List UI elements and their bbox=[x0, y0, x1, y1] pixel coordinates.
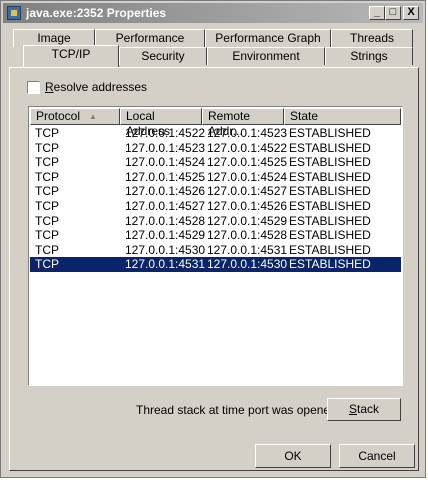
table-row[interactable]: TCP 127.0.0.1:4527 127.0.0.1:4526 ESTABLISH… bbox=[30, 199, 401, 214]
maximize-button[interactable]: □ bbox=[385, 6, 401, 20]
cell-protocol: TCP bbox=[35, 169, 59, 184]
cell-remote-address: 127.0.0.1:4529 bbox=[207, 213, 288, 228]
title-bar[interactable]: java.exe:2352 Properties _ □ X bbox=[3, 3, 423, 23]
table-row[interactable]: TCP 127.0.0.1:4528 127.0.0.1:4529 ESTABLISH… bbox=[30, 214, 401, 229]
cell-remote-address: 127.0.0.1:4530 bbox=[207, 257, 288, 272]
table-row[interactable]: TCP 127.0.0.1:4526 127.0.0.1:4527 ESTABLISH… bbox=[30, 184, 401, 199]
cell-remote-address: 127.0.0.1:4526 bbox=[207, 198, 288, 213]
table-row[interactable]: TCP 127.0.0.1:4531 127.0.0.1:4530 ESTABLISH… bbox=[30, 257, 401, 272]
table-row[interactable]: TCP 127.0.0.1:4522 127.0.0.1:4523 ESTABLISH… bbox=[30, 126, 401, 141]
cell-remote-address: 127.0.0.1:4524 bbox=[207, 169, 288, 184]
cell-state: ESTABLISHED bbox=[289, 213, 371, 228]
cell-protocol: TCP bbox=[35, 228, 59, 243]
cell-local-address: 127.0.0.1:4524 bbox=[125, 155, 206, 170]
cell-local-address: 127.0.0.1:4526 bbox=[125, 184, 206, 199]
window-title: java.exe:2352 Properties bbox=[26, 6, 167, 20]
cell-protocol: TCP bbox=[35, 184, 59, 199]
table-row[interactable]: TCP 127.0.0.1:4523 127.0.0.1:4522 ESTABLISH… bbox=[30, 141, 401, 156]
resolve-addresses-text: esolve addresses bbox=[53, 80, 148, 94]
cell-local-address: 127.0.0.1:4529 bbox=[125, 228, 206, 243]
column-header-label: Protocol bbox=[36, 109, 81, 123]
cell-protocol: TCP bbox=[35, 126, 59, 140]
cell-state: ESTABLISHED bbox=[289, 257, 371, 272]
tab-performance-graph[interactable]: Performance Graph bbox=[205, 29, 331, 47]
stack-label: tack bbox=[357, 402, 380, 416]
cell-remote-address: 127.0.0.1:4528 bbox=[207, 228, 288, 243]
minimize-button[interactable]: _ bbox=[369, 6, 385, 20]
cell-state: ESTABLISHED bbox=[289, 184, 371, 199]
cell-protocol: TCP bbox=[35, 155, 59, 170]
table-row[interactable]: TCP 127.0.0.1:4525 127.0.0.1:4524 ESTABLISH… bbox=[30, 170, 401, 185]
cell-remote-address: 127.0.0.1:4525 bbox=[207, 155, 288, 170]
column-header-remote-address[interactable]: Remote Addr... bbox=[202, 108, 284, 138]
cell-protocol: TCP bbox=[35, 257, 59, 272]
cell-protocol: TCP bbox=[35, 198, 59, 213]
cell-state: ESTABLISHED bbox=[289, 140, 371, 155]
cell-protocol: TCP bbox=[35, 242, 59, 257]
tab-strings[interactable]: Strings bbox=[325, 47, 413, 65]
thread-stack-label: Thread stack at time port was opened bbox=[136, 403, 337, 417]
column-header-protocol[interactable]: Protocol ▲ bbox=[30, 108, 120, 125]
tab-tcp-ip[interactable]: TCP/IP bbox=[23, 45, 119, 67]
cell-protocol: TCP bbox=[35, 140, 59, 155]
cell-remote-address: 127.0.0.1:4523 bbox=[207, 126, 288, 140]
cell-state: ESTABLISHED bbox=[289, 126, 371, 140]
cell-remote-address: 127.0.0.1:4527 bbox=[207, 184, 288, 199]
cell-remote-address: 127.0.0.1:4531 bbox=[207, 242, 288, 257]
tab-threads[interactable]: Threads bbox=[331, 29, 413, 47]
cell-state: ESTABLISHED bbox=[289, 155, 371, 170]
stack-mnemonic: S bbox=[348, 402, 357, 416]
cell-remote-address: 127.0.0.1:4522 bbox=[207, 140, 288, 155]
app-icon bbox=[7, 6, 21, 20]
sort-ascending-icon: ▲ bbox=[89, 112, 97, 121]
cell-local-address: 127.0.0.1:4531 bbox=[125, 257, 206, 272]
tab-strip: Image Performance Performance Graph Thre… bbox=[9, 29, 417, 69]
list-header: Protocol ▲ Local Address Remote Addr... … bbox=[30, 108, 401, 138]
column-header-local-address[interactable]: Local Address bbox=[120, 108, 202, 138]
cell-state: ESTABLISHED bbox=[289, 169, 371, 184]
tab-environment[interactable]: Environment bbox=[207, 47, 325, 65]
connections-list[interactable]: Protocol ▲ Local Address Remote Addr... … bbox=[28, 106, 403, 386]
resolve-addresses-mnemonic: R bbox=[45, 80, 54, 94]
list-rows: TCP 127.0.0.1:4522 127.0.0.1:4523 ESTABLISH… bbox=[30, 126, 401, 272]
cancel-button[interactable]: Cancel bbox=[339, 444, 415, 468]
cell-local-address: 127.0.0.1:4525 bbox=[125, 169, 206, 184]
table-row[interactable]: TCP 127.0.0.1:4530 127.0.0.1:4531 ESTABLISH… bbox=[30, 243, 401, 258]
cell-protocol: TCP bbox=[35, 213, 59, 228]
table-row[interactable]: TCP 127.0.0.1:4524 127.0.0.1:4525 ESTABLISH… bbox=[30, 155, 401, 170]
cell-local-address: 127.0.0.1:4530 bbox=[125, 242, 206, 257]
cell-state: ESTABLISHED bbox=[289, 242, 371, 257]
cell-local-address: 127.0.0.1:4522 bbox=[125, 126, 206, 140]
tab-security[interactable]: Security bbox=[119, 47, 207, 65]
close-button[interactable]: X bbox=[403, 6, 419, 20]
resolve-addresses-label[interactable]: Resolve addresses bbox=[45, 80, 147, 95]
stack-button[interactable]: Stack bbox=[327, 398, 401, 421]
column-header-state[interactable]: State bbox=[284, 108, 401, 125]
cell-local-address: 127.0.0.1:4527 bbox=[125, 198, 206, 213]
cell-local-address: 127.0.0.1:4528 bbox=[125, 213, 206, 228]
resolve-addresses-checkbox[interactable] bbox=[27, 81, 40, 94]
cell-state: ESTABLISHED bbox=[289, 198, 371, 213]
ok-button[interactable]: OK bbox=[255, 444, 331, 468]
cell-local-address: 127.0.0.1:4523 bbox=[125, 140, 206, 155]
table-row[interactable]: TCP 127.0.0.1:4529 127.0.0.1:4528 ESTABLISH… bbox=[30, 228, 401, 243]
properties-window: java.exe:2352 Properties _ □ X Image Per… bbox=[0, 0, 426, 478]
cell-state: ESTABLISHED bbox=[289, 228, 371, 243]
